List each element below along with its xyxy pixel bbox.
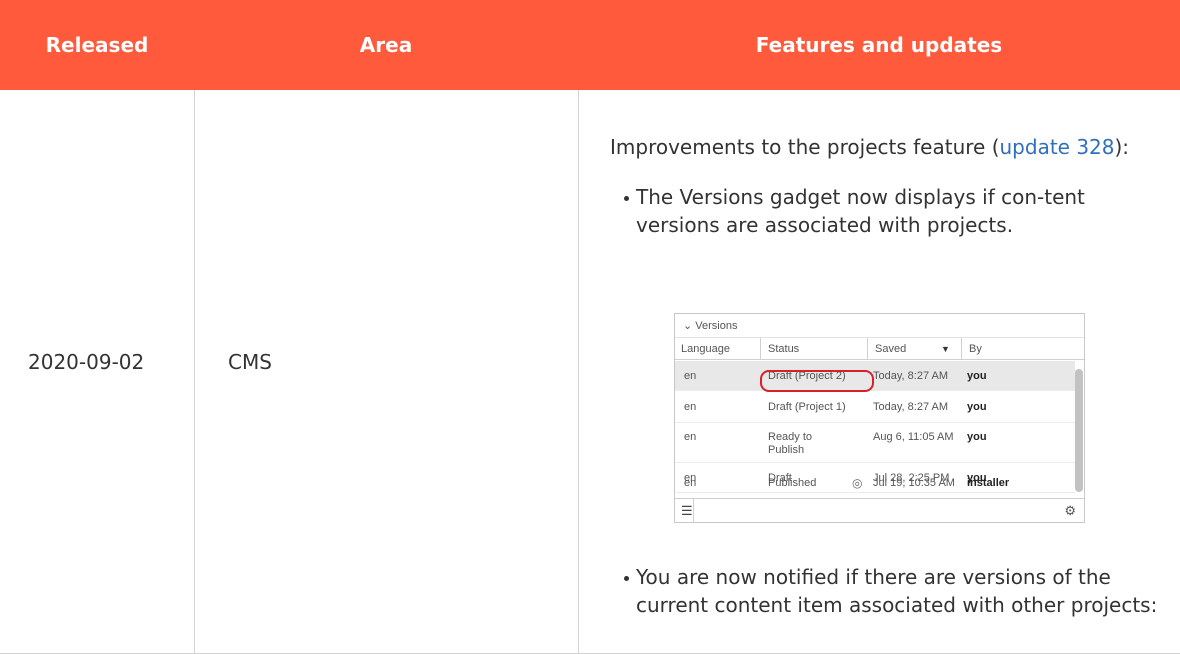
list-item: The Versions gadget now displays if con-… [610, 183, 1170, 239]
table-row[interactable]: en Published Jul 19, 10:35 AM installer ◎ [675, 469, 1075, 497]
list-item: You are now notified if there are versio… [610, 563, 1170, 619]
versions-gadget-screenshot: ⌄ Versions Language Status Saved ▼ By en… [674, 313, 1085, 523]
gadget-title: Versions [695, 320, 738, 332]
row-by: installer [967, 477, 1010, 489]
table-row[interactable]: en Draft (Project 2) Today, 8:27 AM you [675, 361, 1075, 391]
features-intro: Improvements to the projects feature (up… [610, 133, 1170, 161]
row-status: Ready to Publish [768, 431, 813, 456]
table-header-row: Released Area Features and updates [0, 0, 1180, 90]
intro-suffix: ): [1114, 135, 1130, 159]
footer-separator [693, 499, 694, 523]
bullet-dot [624, 576, 629, 581]
row-saved: Jul 19, 10:35 AM [873, 477, 955, 489]
release-notes-table: Released Area Features and updates 2020-… [0, 0, 1180, 654]
column-separator [760, 338, 761, 360]
column-saved[interactable]: Saved [869, 338, 906, 360]
column-divider [194, 90, 195, 654]
bullet-dot [624, 196, 629, 201]
gear-icon[interactable]: ⚙ [1064, 503, 1076, 519]
published-icon: ◎ [852, 476, 863, 490]
row-language: en [684, 477, 697, 489]
chevron-down-icon[interactable]: ⌄ [683, 320, 692, 332]
header-released: Released [45, 33, 149, 57]
bullet-text: You are now notified if there are versio… [636, 565, 1158, 617]
gadget-title-bar[interactable]: ⌄ Versions [675, 314, 1084, 338]
bullet-text: The Versions gadget now displays if con-… [636, 185, 1085, 237]
column-by[interactable]: By [963, 338, 982, 360]
row-saved: Today, 8:27 AM [873, 370, 949, 382]
row-by: you [967, 370, 987, 382]
table-row[interactable]: en Draft (Project 1) Today, 8:27 AM you [675, 391, 1075, 423]
menu-icon[interactable]: ☰ [681, 503, 693, 519]
row-language: en [684, 401, 697, 413]
column-separator [961, 338, 962, 360]
column-divider [578, 90, 579, 654]
header-area: Area [359, 33, 413, 57]
header-features: Features and updates [755, 33, 1003, 57]
intro-text: Improvements to the projects feature ( [610, 135, 1000, 159]
row-by: you [967, 401, 987, 413]
scrollbar-thumb[interactable] [1075, 369, 1083, 492]
update-link[interactable]: update 328 [1000, 135, 1115, 159]
column-language[interactable]: Language [675, 338, 730, 360]
released-date: 2020-09-02 [28, 350, 145, 374]
row-language: en [684, 431, 697, 443]
gadget-footer: ☰ ⚙ [675, 498, 1084, 523]
row-language: en [684, 370, 697, 382]
features-cell: Improvements to the projects feature (up… [610, 133, 1170, 617]
column-status[interactable]: Status [762, 338, 799, 360]
row-status: Draft (Project 1) [768, 401, 846, 413]
area-name: CMS [228, 350, 272, 374]
status-highlight-circle [760, 370, 874, 392]
row-by: you [967, 431, 987, 443]
column-separator [867, 338, 868, 360]
table-row[interactable]: en Ready to Publish Aug 6, 11:05 AM you [675, 423, 1075, 463]
sort-down-icon[interactable]: ▼ [935, 338, 950, 360]
row-saved: Aug 6, 11:05 AM [873, 431, 954, 443]
gadget-column-headers: Language Status Saved ▼ By [675, 338, 1084, 360]
row-saved: Today, 8:27 AM [873, 401, 949, 413]
